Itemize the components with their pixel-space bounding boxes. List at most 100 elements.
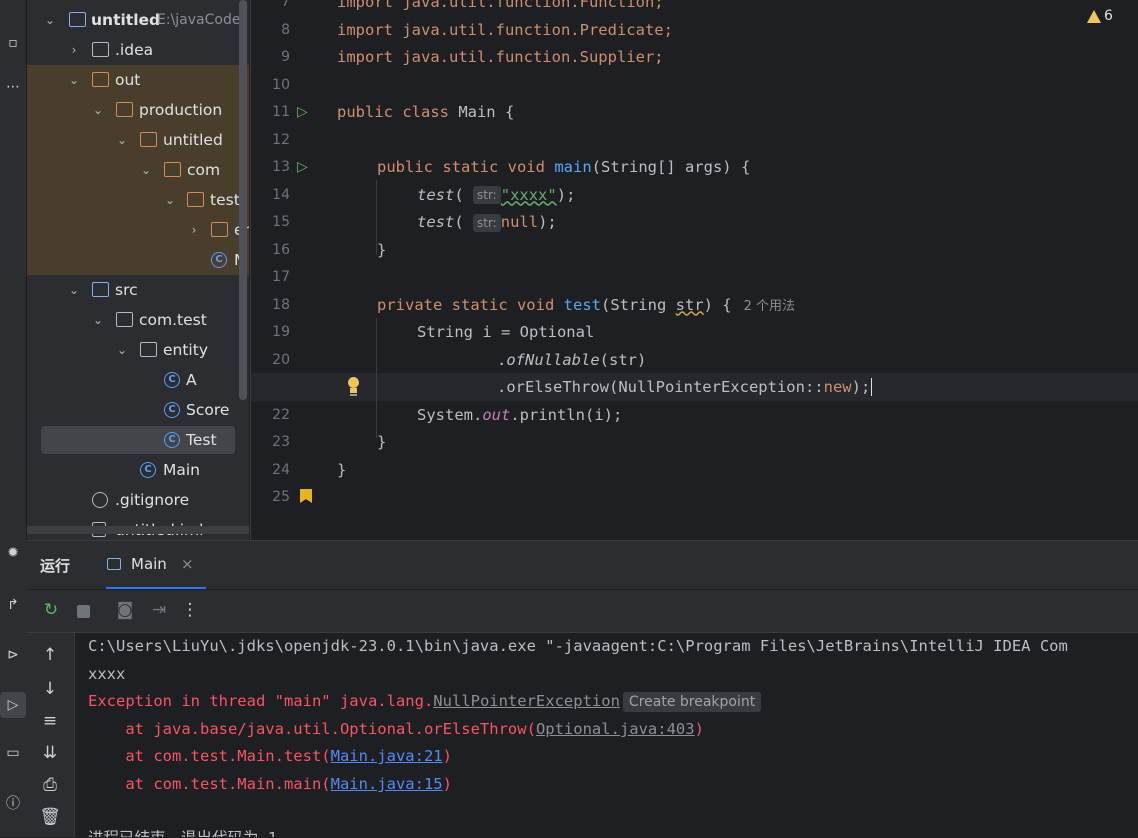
folder-icon bbox=[211, 222, 228, 237]
tree-label: com.test bbox=[139, 311, 207, 329]
source-folder-icon bbox=[92, 282, 109, 297]
structure-icon[interactable]: ▫ bbox=[0, 30, 26, 56]
tree-item-entity[interactable]: ⌄ entity bbox=[27, 335, 249, 365]
runnable-class-icon: C bbox=[140, 462, 156, 478]
code-text: .println(i); bbox=[510, 405, 623, 424]
package-icon bbox=[140, 342, 157, 357]
tree-horizontal-scrollbar[interactable] bbox=[27, 526, 249, 534]
inspection-widget[interactable]: 6 bbox=[1087, 6, 1113, 26]
chevron-right-icon[interactable]: › bbox=[67, 35, 81, 65]
close-icon[interactable]: × bbox=[181, 555, 194, 573]
run-gutter-icon[interactable]: ▷ bbox=[297, 104, 308, 120]
source-link[interactable]: Main.java:21 bbox=[331, 747, 443, 765]
source-link[interactable]: Main.java:15 bbox=[331, 775, 443, 793]
chevron-down-icon[interactable]: ⌄ bbox=[115, 125, 129, 155]
stop-icon[interactable] bbox=[77, 605, 90, 618]
code-text: . bbox=[497, 350, 507, 369]
tree-item-en[interactable]: › en bbox=[27, 215, 249, 245]
tree-item-idea[interactable]: › .idea bbox=[27, 35, 249, 65]
package-icon bbox=[116, 312, 133, 327]
tree-item-main[interactable]: C Main bbox=[27, 455, 249, 485]
more-icon[interactable]: ⋯ bbox=[0, 74, 26, 100]
keyword: public static void bbox=[377, 158, 545, 176]
tree-vertical-scrollbar[interactable] bbox=[239, 0, 247, 400]
tree-item-test-class[interactable]: C Test bbox=[27, 425, 249, 455]
tree-item-com[interactable]: ⌄ com bbox=[27, 155, 249, 185]
keyword: null bbox=[500, 213, 539, 231]
usages-hint[interactable]: 2 个用法 bbox=[744, 299, 795, 314]
chevron-down-icon[interactable]: ⌄ bbox=[163, 185, 177, 215]
class-icon: C bbox=[164, 402, 180, 418]
tree-item-a[interactable]: C A bbox=[27, 365, 249, 395]
code-line: System.out.println(i); bbox=[417, 402, 622, 430]
tree-item-com-test[interactable]: ⌄ com.test bbox=[27, 305, 249, 335]
static-field: out bbox=[482, 405, 511, 424]
console-line: at com.test.Main.test(Main.java:21) bbox=[88, 742, 452, 770]
tree-label: Score bbox=[186, 401, 230, 419]
code-line: .ofNullable(str) bbox=[497, 347, 646, 375]
module-folder-icon bbox=[69, 12, 86, 27]
run-toolbar: ↻ ◙ ⇥ ⋮ bbox=[26, 590, 1138, 633]
chevron-down-icon[interactable]: ⌄ bbox=[91, 305, 105, 335]
code-line: } bbox=[377, 433, 387, 451]
line-number: 23 bbox=[272, 434, 290, 450]
tree-item-score[interactable]: C Score bbox=[27, 395, 249, 425]
tree-item-untitled[interactable]: ⌄ untitled bbox=[27, 125, 249, 155]
create-breakpoint-button[interactable]: Create breakpoint bbox=[622, 691, 762, 712]
chevron-down-icon[interactable]: ⌄ bbox=[139, 155, 153, 185]
chevron-down-icon[interactable]: ⌄ bbox=[67, 65, 81, 95]
run-tool-header: 运行 Main × bbox=[26, 541, 1138, 589]
code-line: public static void main(String[] args) { bbox=[377, 154, 750, 182]
tree-label: src bbox=[115, 281, 138, 299]
tree-item-gitignore[interactable]: .gitignore bbox=[27, 485, 249, 515]
chevron-right-icon[interactable]: › bbox=[187, 215, 201, 245]
console-line: at java.base/java.util.Optional.orElseTh… bbox=[88, 715, 704, 743]
more-options-icon[interactable]: ⋮ bbox=[177, 600, 203, 620]
debug-icon[interactable]: ✹ bbox=[0, 540, 26, 566]
line-number: 11 bbox=[272, 104, 290, 120]
code-editor[interactable]: import java.util.function.Function; impo… bbox=[335, 0, 1138, 540]
keyword: public class bbox=[337, 103, 449, 121]
code-line: } bbox=[337, 460, 347, 479]
tab-label: Main bbox=[131, 555, 167, 573]
console-line: 进程已结束，退出代码为 1 bbox=[88, 824, 277, 837]
code-line: test( str: null); bbox=[417, 213, 557, 232]
parameter-hint: str: bbox=[473, 213, 501, 232]
tree-item-production[interactable]: ⌄ production bbox=[27, 95, 249, 125]
line-number: 25 bbox=[272, 489, 290, 505]
lightbulb-icon[interactable] bbox=[346, 377, 360, 397]
tree-label: untitled bbox=[163, 131, 223, 149]
run-gutter-icon[interactable]: ▷ bbox=[297, 159, 308, 175]
line-number: 17 bbox=[272, 269, 290, 285]
code-line: test( str: "xxxx"); bbox=[417, 185, 576, 204]
line-number: 16 bbox=[272, 241, 290, 258]
exception-link[interactable]: NullPointerException bbox=[433, 692, 620, 710]
tab-main[interactable]: Main × bbox=[106, 541, 206, 589]
camera-icon[interactable]: ◙ bbox=[112, 600, 138, 620]
line-number: 22 bbox=[272, 406, 290, 423]
source-link[interactable]: Optional.java:403 bbox=[536, 720, 695, 738]
folder-icon bbox=[92, 42, 109, 57]
code-text: ); bbox=[556, 185, 576, 204]
rerun-icon[interactable]: ↻ bbox=[38, 600, 64, 620]
warning-icon bbox=[1087, 9, 1101, 23]
line-number: 15 bbox=[272, 214, 290, 230]
string-literal: "xxxx" bbox=[500, 185, 557, 204]
line-number: 10 bbox=[272, 76, 290, 93]
tree-root[interactable]: ⌄ untitled E:\javaCode\ bbox=[27, 5, 249, 35]
tree-label: com bbox=[187, 161, 221, 179]
tree-item-out[interactable]: ⌄ out bbox=[27, 65, 249, 95]
tree-item-src[interactable]: ⌄ src bbox=[27, 275, 249, 305]
tree-item-test[interactable]: ⌄ test bbox=[27, 185, 249, 215]
keyword: private static void bbox=[377, 295, 555, 314]
exit-icon[interactable]: ⇥ bbox=[146, 600, 172, 620]
chevron-down-icon[interactable]: ⌄ bbox=[91, 95, 105, 125]
chevron-down-icon[interactable]: ⌄ bbox=[115, 335, 129, 365]
chevron-down-icon[interactable]: ⌄ bbox=[43, 5, 57, 35]
tree-item-m[interactable]: C M bbox=[27, 245, 249, 275]
chevron-down-icon[interactable]: ⌄ bbox=[67, 275, 81, 305]
code-line: } bbox=[377, 240, 387, 259]
console-output[interactable]: C:\Users\LiuYu\.jdks\openjdk-23.0.1\bin\… bbox=[0, 632, 1138, 837]
git-icon[interactable]: ↱ bbox=[0, 592, 26, 618]
warnings-count: 6 bbox=[1104, 8, 1113, 24]
